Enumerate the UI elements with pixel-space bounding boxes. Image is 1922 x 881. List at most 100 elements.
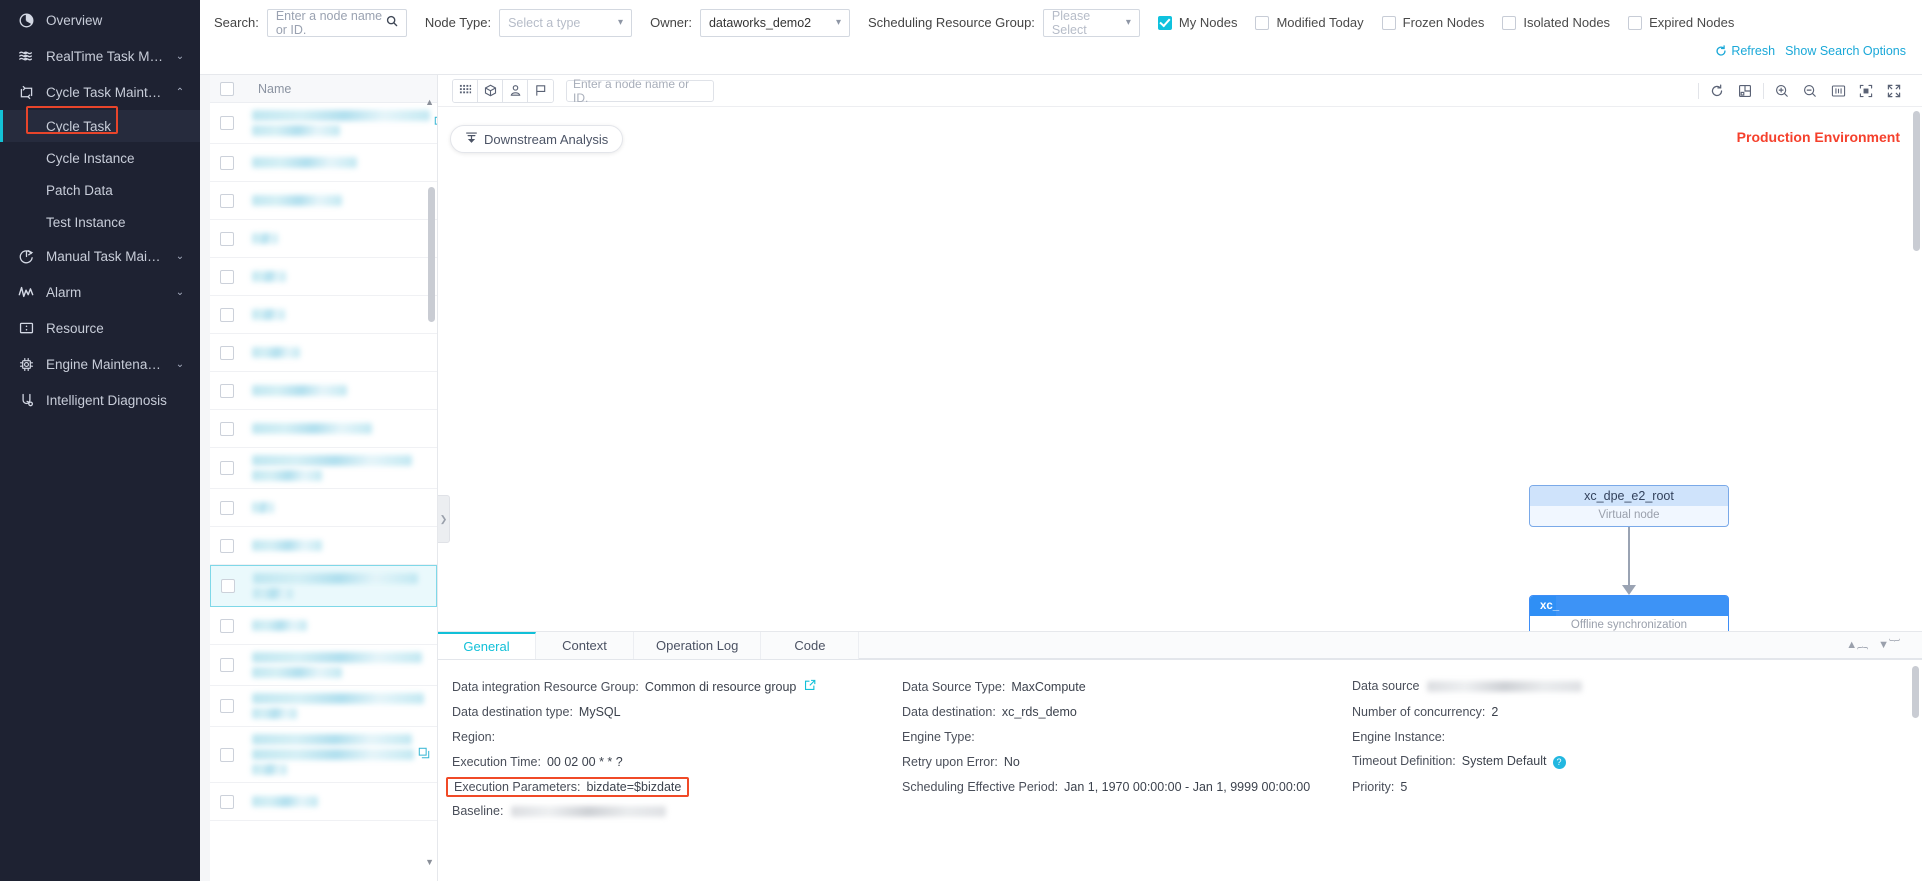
detail-scroll-thumb[interactable] <box>1912 666 1919 718</box>
checkbox-my-nodes[interactable]: My Nodes <box>1157 15 1237 30</box>
panel-collapse-handle[interactable]: ❮ ❯ <box>438 495 450 543</box>
sidebar-item-cycle-instance[interactable]: Cycle Instance <box>0 142 200 174</box>
graph-node-selected[interactable]: xc_ Offline synchronization <box>1529 595 1729 631</box>
node-list-row[interactable] <box>210 410 437 448</box>
detail-scrollbar[interactable] <box>1912 666 1919 875</box>
node-list-row[interactable] <box>210 527 437 565</box>
node-list-row[interactable] <box>210 103 437 144</box>
alarm-icon <box>16 282 36 302</box>
chevron-double-up-icon[interactable]: ▲︷ <box>1846 636 1868 652</box>
scroll-up-arrow[interactable]: ▲ <box>425 97 434 107</box>
layout-icon[interactable] <box>1731 80 1759 102</box>
row-checkbox[interactable] <box>220 345 234 360</box>
row-checkbox[interactable] <box>220 618 234 633</box>
node-list-scrollbar[interactable]: ▲ ▼ <box>425 97 435 867</box>
checkbox-isolated-nodes[interactable]: Isolated Nodes <box>1502 15 1610 30</box>
sidebar-item-overview[interactable]: Overview <box>0 2 200 38</box>
row-checkbox[interactable] <box>220 383 234 398</box>
refresh-icon[interactable] <box>1703 80 1731 102</box>
checkbox-frozen-nodes[interactable]: Frozen Nodes <box>1381 15 1484 30</box>
tab-general[interactable]: General <box>438 632 536 659</box>
actual-size-icon[interactable] <box>1824 80 1852 102</box>
checkbox-box[interactable] <box>1502 15 1517 30</box>
canvas-scrollbar[interactable] <box>1913 111 1920 251</box>
checkbox-modified-today[interactable]: Modified Today <box>1255 15 1364 30</box>
external-link-icon[interactable] <box>804 679 816 694</box>
node-list-row[interactable] <box>210 727 437 783</box>
sidebar-item-cycle-task[interactable]: Cycle Task <box>0 110 200 142</box>
sidebar-item-patch-data[interactable]: Patch Data <box>0 174 200 206</box>
row-checkbox[interactable] <box>220 155 234 170</box>
zoom-out-icon[interactable] <box>1796 80 1824 102</box>
row-checkbox[interactable] <box>220 794 234 809</box>
graph-canvas[interactable]: Downstream Analysis Production Environme… <box>438 107 1922 631</box>
row-checkbox[interactable] <box>220 747 234 762</box>
sidebar-item-alarm[interactable]: Alarm ⌄ <box>0 274 200 310</box>
scroll-down-arrow[interactable]: ▼ <box>425 857 434 867</box>
row-checkbox[interactable] <box>220 116 234 130</box>
downstream-analysis-button[interactable]: Downstream Analysis <box>450 125 624 153</box>
flag-icon[interactable] <box>528 79 553 102</box>
checkbox-box[interactable] <box>1157 15 1172 30</box>
row-checkbox[interactable] <box>220 658 234 672</box>
zoom-in-icon[interactable] <box>1768 80 1796 102</box>
node-list-row[interactable] <box>210 182 437 220</box>
sidebar-item-cycle-task-maintenance[interactable]: Cycle Task Maintenance ⌃ <box>0 74 200 110</box>
checkbox-box[interactable] <box>1628 15 1643 30</box>
row-checkbox[interactable] <box>220 461 234 475</box>
show-search-options-button[interactable]: Show Search Options <box>1785 44 1906 58</box>
tab-code[interactable]: Code <box>761 632 860 659</box>
sidebar-item-manual-task-maintenance[interactable]: Manual Task Maintenan... ⌄ <box>0 238 200 274</box>
node-list-row[interactable] <box>210 334 437 372</box>
search-input[interactable]: Enter a node name or ID. <box>266 8 407 37</box>
owner-select[interactable]: dataworks_demo2 ▾ <box>699 8 850 37</box>
tab-operation-log[interactable]: Operation Log <box>634 632 762 659</box>
checkbox-box[interactable] <box>1255 15 1270 30</box>
node-list-scroll-thumb[interactable] <box>428 187 435 322</box>
graph-search-input[interactable]: Enter a node name or ID. <box>566 77 714 105</box>
sidebar-item-realtime-task-maintenance[interactable]: RealTime Task Mainten... ⌄ <box>0 38 200 74</box>
select-all-checkbox[interactable] <box>220 81 234 96</box>
row-checkbox[interactable] <box>220 421 234 436</box>
node-list-row[interactable] <box>210 489 437 527</box>
checkbox-expired-nodes[interactable]: Expired Nodes <box>1628 15 1734 30</box>
node-list-row[interactable] <box>210 783 437 821</box>
graph-node-root[interactable]: xc_dpe_e2_root Virtual node <box>1529 485 1729 527</box>
grid-icon[interactable] <box>453 79 478 102</box>
tab-context[interactable]: Context <box>536 632 634 659</box>
resource-group-select[interactable]: Please Select ▾ <box>1042 8 1140 37</box>
fit-screen-icon[interactable] <box>1852 80 1880 102</box>
node-list-row[interactable] <box>210 686 437 727</box>
node-list-row[interactable] <box>210 607 437 645</box>
sidebar-item-test-instance[interactable]: Test Instance <box>0 206 200 238</box>
search-icon[interactable] <box>696 84 707 98</box>
refresh-button[interactable]: Refresh <box>1715 44 1775 58</box>
row-checkbox[interactable] <box>220 538 234 553</box>
fullscreen-icon[interactable] <box>1880 80 1908 102</box>
person-icon[interactable] <box>503 79 528 102</box>
chevron-double-down-icon[interactable]: ▼︸ <box>1878 636 1900 652</box>
node-list-row[interactable] <box>210 220 437 258</box>
sidebar-item-engine-maintenance[interactable]: Engine Maintenance ⌄ <box>0 346 200 382</box>
row-checkbox[interactable] <box>221 579 235 593</box>
node-list-row[interactable] <box>210 144 437 182</box>
row-checkbox[interactable] <box>220 307 234 322</box>
row-checkbox[interactable] <box>220 699 234 713</box>
row-checkbox[interactable] <box>220 500 234 515</box>
row-checkbox[interactable] <box>220 269 234 284</box>
node-list-row[interactable] <box>210 372 437 410</box>
checkbox-box[interactable] <box>1381 15 1396 30</box>
node-type-select[interactable]: Select a type ▾ <box>499 8 633 37</box>
row-checkbox[interactable] <box>220 231 234 246</box>
node-list-row[interactable] <box>210 565 437 607</box>
node-list-row[interactable] <box>210 645 437 686</box>
cube-icon[interactable] <box>478 79 503 102</box>
node-list-row[interactable] <box>210 296 437 334</box>
node-list-row[interactable] <box>210 448 437 489</box>
sidebar-item-intelligent-diagnosis[interactable]: Intelligent Diagnosis <box>0 382 200 418</box>
help-icon[interactable]: ? <box>1552 755 1566 769</box>
search-icon[interactable] <box>386 15 398 30</box>
node-list-row[interactable] <box>210 258 437 296</box>
row-checkbox[interactable] <box>220 193 234 208</box>
sidebar-item-resource[interactable]: Resource <box>0 310 200 346</box>
